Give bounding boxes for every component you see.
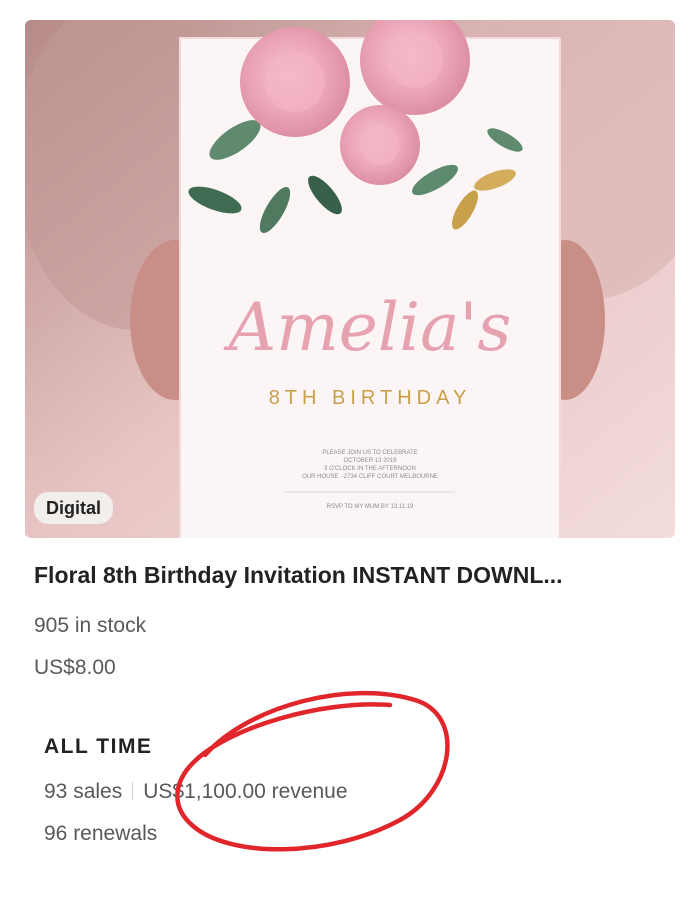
stat-divider bbox=[132, 782, 134, 800]
invitation-occasion: 8TH BIRTHDAY bbox=[269, 387, 472, 409]
digital-badge: Digital bbox=[34, 492, 114, 524]
invitation-details-4: OUR HOUSE · 2734 CLIFF COURT MELBOURNE bbox=[302, 474, 438, 480]
listing-card[interactable]: Amelia's 8TH BIRTHDAY PLEASE JOIN US TO … bbox=[0, 0, 700, 900]
sales-revenue-row: 93 sales US$1,100.00 revenue bbox=[44, 780, 348, 804]
invitation-details-3: 3 O'CLOCK IN THE AFTERNOON bbox=[324, 466, 416, 472]
stock-count: 905 in stock bbox=[34, 614, 147, 637]
invitation-details-2: OCTOBER 13 2019 bbox=[344, 458, 398, 464]
all-time-label: ALL TIME bbox=[44, 735, 153, 758]
sales-count: 93 sales bbox=[44, 780, 123, 803]
invitation-details-1: PLEASE JOIN US TO CELEBRATE bbox=[322, 450, 417, 456]
revenue-amount: US$1,100.00 revenue bbox=[143, 780, 348, 803]
invitation-photo: Amelia's 8TH BIRTHDAY PLEASE JOIN US TO … bbox=[25, 20, 675, 538]
listing-image[interactable]: Amelia's 8TH BIRTHDAY PLEASE JOIN US TO … bbox=[25, 20, 675, 538]
listing-price: US$8.00 bbox=[34, 656, 116, 679]
invitation-rsvp: RSVP TO MY MUM BY 13.11.19 bbox=[327, 504, 414, 510]
invitation-name: Amelia's bbox=[223, 289, 512, 366]
renewals-count: 96 renewals bbox=[44, 822, 158, 845]
listing-title[interactable]: Floral 8th Birthday Invitation INSTANT D… bbox=[34, 562, 664, 589]
